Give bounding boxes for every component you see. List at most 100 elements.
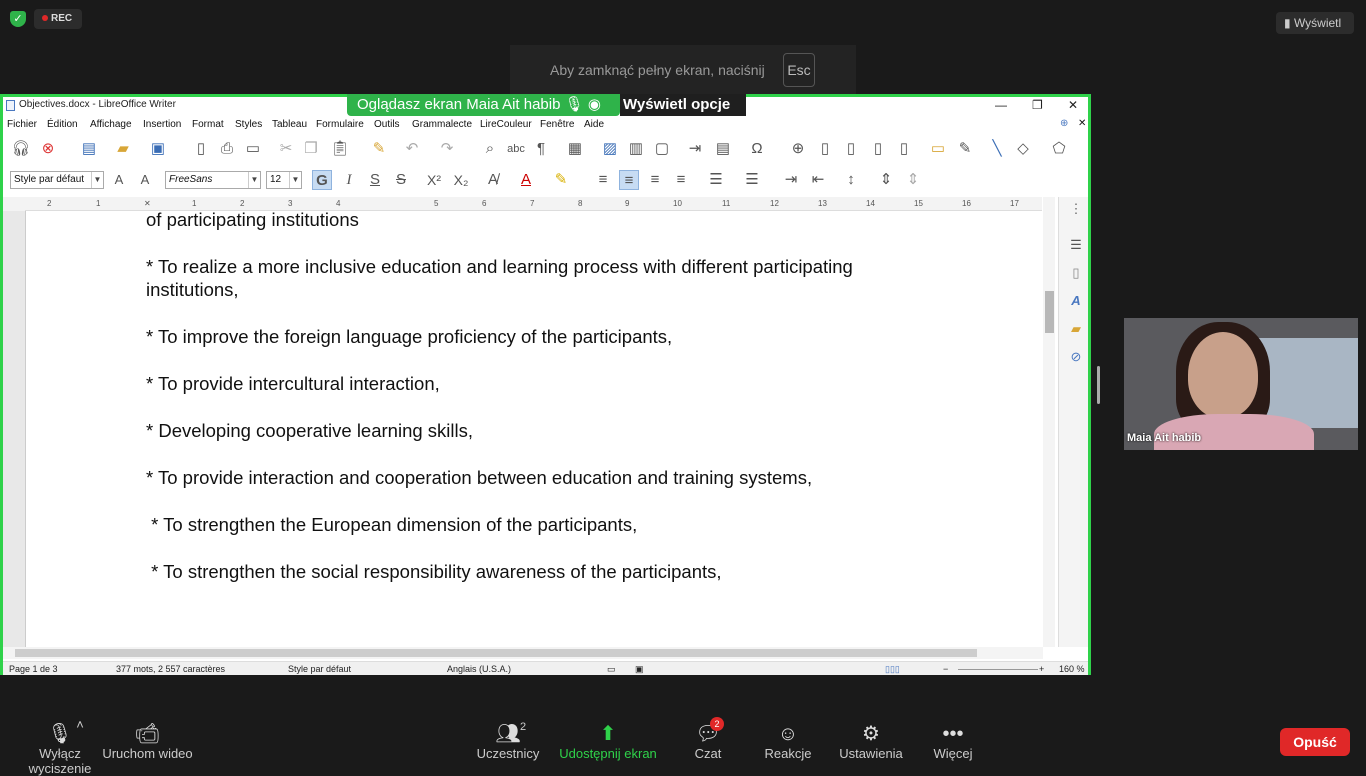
insert-textbox-icon[interactable]: ▢ [652, 139, 672, 159]
redo-icon[interactable]: ↷ [437, 139, 457, 159]
new-document-icon[interactable]: ▤ [79, 139, 99, 159]
bookmark-icon[interactable]: ▯ [868, 139, 888, 159]
comment-icon[interactable]: ▭ [928, 139, 948, 159]
italic-button[interactable]: I [339, 170, 359, 190]
participants-button[interactable]: 👥︎ Uczestnicy [476, 722, 540, 761]
cut-icon[interactable]: ✂ [276, 139, 296, 159]
footnote-icon[interactable]: ▯ [815, 139, 835, 159]
menu-file[interactable]: Fichier [7, 119, 37, 130]
bold-button[interactable]: G [312, 170, 332, 190]
paragraph[interactable]: * To strengthen the European dimension o… [146, 513, 637, 536]
document-page[interactable]: of participating institutions * To reali… [25, 211, 1043, 647]
spelling-icon[interactable]: abc [506, 139, 526, 159]
increase-spacing-icon[interactable]: ⇕ [876, 170, 896, 190]
leave-button[interactable]: Opuść [1280, 728, 1350, 756]
page-icon[interactable]: ▯ [1068, 265, 1084, 281]
decrease-indent-icon[interactable]: ⇤ [808, 170, 828, 190]
globe-icon[interactable]: ⊕ [1060, 118, 1068, 129]
reactions-button[interactable]: ☺ Reakcje [762, 722, 814, 761]
bullet-list-icon[interactable]: ☰ [706, 170, 726, 190]
menu-window[interactable]: Fenêtre [540, 119, 574, 130]
menu-edit[interactable]: Édition [47, 119, 78, 130]
insert-chart-icon[interactable]: ▥ [626, 139, 646, 159]
paragraph[interactable]: institutions, [146, 278, 239, 301]
paragraph[interactable]: * To realize a more inclusive education … [146, 255, 853, 278]
status-language[interactable]: Anglais (U.S.A.) [447, 664, 511, 674]
view-button[interactable]: ▮ Wyświetl [1276, 12, 1354, 34]
settings-button[interactable]: ⚙ Ustawienia [838, 722, 904, 761]
paragraph[interactable]: * To improve the foreign language profic… [146, 325, 672, 348]
align-left-icon[interactable]: ≡ [593, 170, 613, 190]
paragraph[interactable]: * To provide interaction and cooperation… [146, 466, 812, 489]
export-pdf-icon[interactable]: ▯ [191, 139, 211, 159]
styles-icon[interactable]: A [1068, 293, 1084, 309]
formatting-marks-icon[interactable]: ¶ [531, 139, 551, 159]
cross-reference-icon[interactable]: ▯ [894, 139, 914, 159]
align-right-icon[interactable]: ≡ [645, 170, 665, 190]
status-style[interactable]: Style par défaut [288, 664, 351, 674]
paragraph[interactable]: of participating institutions [146, 211, 359, 231]
zoom-level[interactable]: 160 % [1059, 664, 1085, 674]
subscript-button[interactable]: X₂ [451, 170, 471, 190]
menu-table[interactable]: Tableau [272, 119, 307, 130]
numbered-list-icon[interactable]: ☰ [742, 170, 762, 190]
draw-functions-icon[interactable]: ⬠ [1049, 139, 1069, 159]
insert-mode-icon[interactable]: ▭ [607, 664, 616, 675]
gallery-icon[interactable]: ▰ [1068, 321, 1084, 337]
justify-icon[interactable]: ≡ [671, 170, 691, 190]
increase-indent-icon[interactable]: ⇥ [781, 170, 801, 190]
security-shield-icon[interactable]: ✓ [10, 11, 26, 27]
navigator-icon[interactable]: ⊘ [1068, 349, 1084, 365]
paragraph-style-select[interactable]: Style par défaut ▼ [10, 171, 104, 189]
menu-styles[interactable]: Styles [235, 119, 262, 130]
horizontal-scroll-thumb[interactable] [15, 649, 977, 657]
paragraph[interactable]: * Developing cooperative learning skills… [146, 419, 473, 442]
paragraph[interactable]: * To provide intercultural interaction, [146, 372, 440, 395]
menu-insert[interactable]: Insertion [143, 119, 181, 130]
insert-field-icon[interactable]: ▤ [713, 139, 733, 159]
line-icon[interactable]: ╲ [987, 139, 1007, 159]
menu-format[interactable]: Format [192, 119, 224, 130]
headphones-icon[interactable]: 🎧︎ [11, 139, 31, 159]
undo-icon[interactable]: ↶ [402, 139, 422, 159]
zoom-in-icon[interactable]: + [1039, 664, 1044, 674]
font-color-button[interactable]: A [516, 170, 536, 190]
hyperlink-icon[interactable]: ⊕ [788, 139, 808, 159]
sidebar-menu-icon[interactable]: ⋮ [1068, 201, 1084, 217]
minimize-button[interactable]: — [995, 97, 1007, 113]
recording-indicator[interactable]: REC [34, 9, 82, 29]
line-spacing-icon[interactable]: ↕ [841, 170, 861, 190]
properties-icon[interactable]: ☰ [1068, 237, 1084, 253]
save-icon[interactable]: ▣ [148, 139, 168, 159]
basic-shapes-icon[interactable]: ◇ [1013, 139, 1033, 159]
strikethrough-button[interactable]: S [391, 170, 411, 190]
audio-options-chevron[interactable]: ˄ [74, 717, 86, 732]
endnote-icon[interactable]: ▯ [841, 139, 861, 159]
zoom-out-icon[interactable]: − [943, 664, 948, 674]
print-preview-icon[interactable]: ▭ [243, 139, 263, 159]
font-size-select[interactable]: 12 ▼ [266, 171, 302, 189]
view-options-button[interactable]: Wyświetl opcje ⌄ [620, 94, 746, 135]
find-replace-icon[interactable]: ⌕ [480, 139, 500, 159]
stop-icon[interactable]: ⊗ [38, 139, 58, 159]
close-document-icon[interactable]: ✕ [1078, 118, 1086, 129]
decrease-spacing-icon[interactable]: ⇕ [903, 170, 923, 190]
single-page-view-icon[interactable]: ▯▯▯ [885, 664, 900, 675]
vertical-scroll-thumb[interactable] [1045, 291, 1054, 333]
update-style-icon[interactable]: A [109, 170, 129, 190]
highlight-color-button[interactable]: ✎ [551, 170, 571, 190]
open-folder-icon[interactable]: ▰ [113, 139, 133, 159]
menu-lirecouleur[interactable]: LireCouleur [480, 119, 532, 130]
horizontal-ruler[interactable]: 2 1 ✕ 1 2 3 4 5 6 7 8 9 10 11 12 13 14 1… [25, 197, 1042, 211]
participant-video[interactable]: Maia Ait habib [1124, 318, 1358, 450]
special-character-icon[interactable]: Ω [747, 139, 767, 159]
clear-formatting-icon[interactable]: A̸ [483, 170, 503, 190]
paste-icon[interactable]: 📋︎ [330, 139, 350, 159]
track-changes-icon[interactable]: ✎ [955, 139, 975, 159]
restore-button[interactable]: ❐ [1032, 97, 1043, 113]
align-center-icon[interactable]: ≡ [619, 170, 639, 190]
horizontal-scrollbar[interactable] [3, 647, 1043, 659]
page-count[interactable]: Page 1 de 3 [9, 664, 58, 674]
share-screen-button[interactable]: ⬆ Udostępnij ekran [558, 722, 658, 761]
panel-resize-handle[interactable] [1097, 366, 1100, 404]
